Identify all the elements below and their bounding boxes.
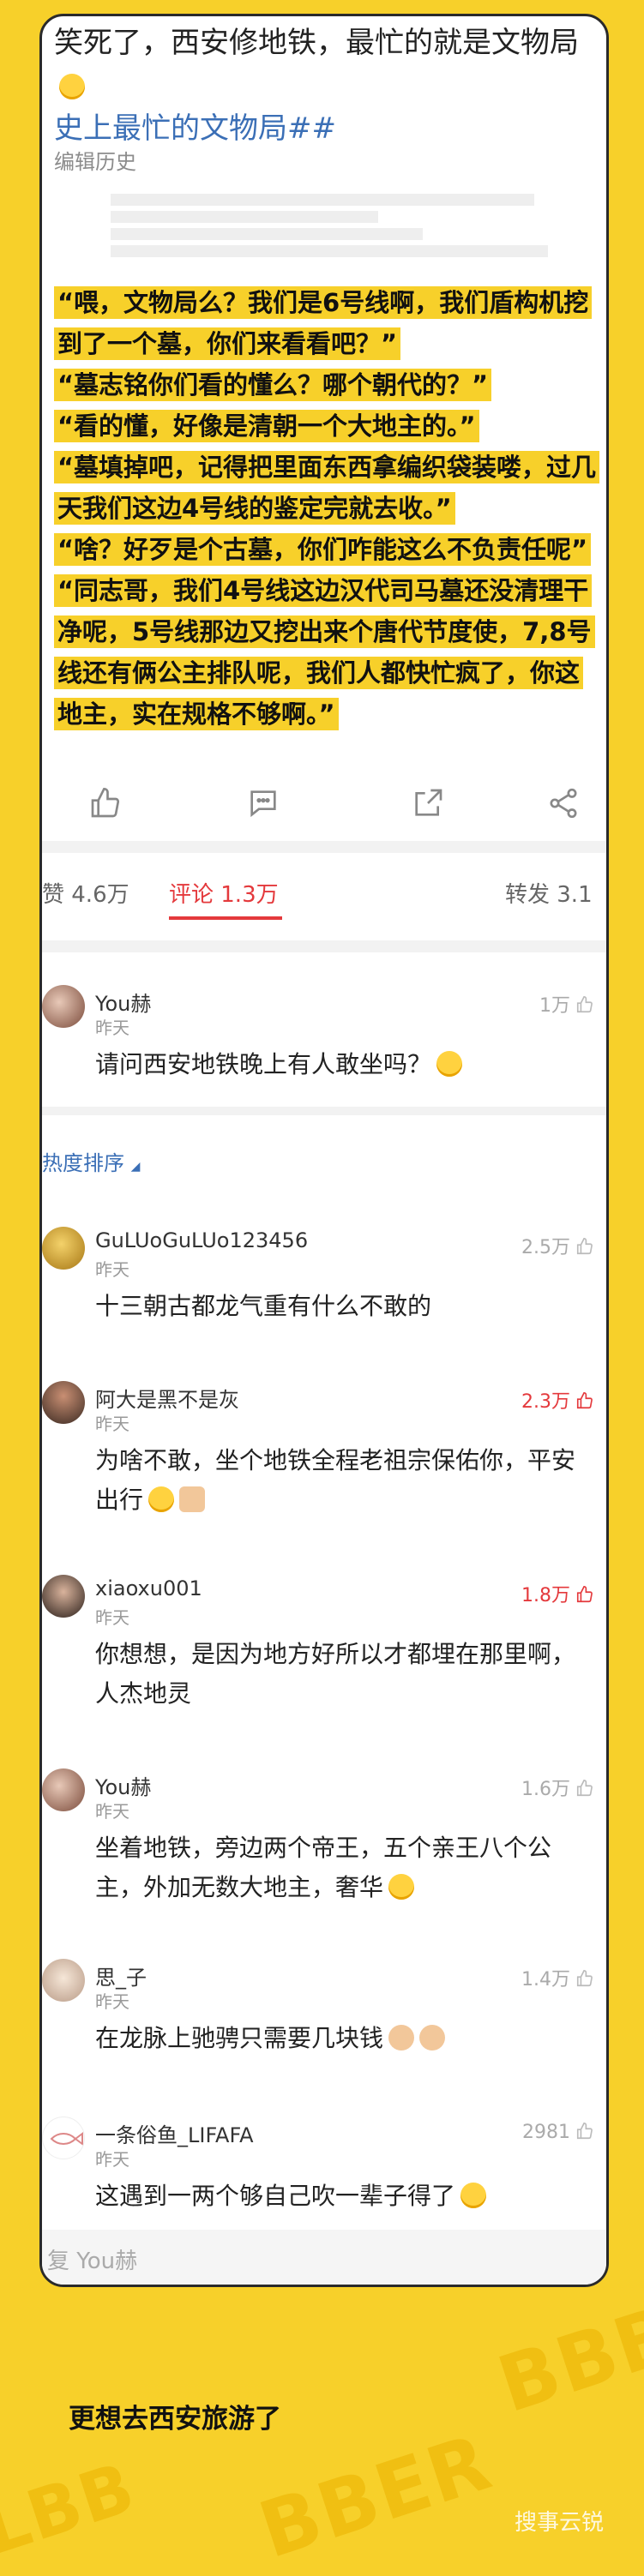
quote-line: “啥？好歹是个古墓，你们咋能这么不负责任呢” <box>54 533 592 566</box>
sort-toggle[interactable]: 热度排序 ◢ <box>42 1146 140 1176</box>
thumb-icon <box>576 1586 593 1603</box>
comment-text: 为啥不敢，坐个地铁全程老祖宗保佑你，平安出行 <box>95 1441 584 1520</box>
stats-tabs: 赞 4.6万 评论 1.3万 转发 3.1 <box>42 865 606 925</box>
comment-text: 这遇到一两个够自己吹一辈子得了 <box>95 2177 584 2216</box>
comment-likes[interactable]: 2.3万 <box>521 1386 594 1414</box>
comment-text: 十三朝古都龙气重有什么不敢的 <box>95 1292 432 1320</box>
comment-text: 坐着地铁，旁边两个帝王，五个亲王八个公主，外加无数大地主，奢华 <box>95 1828 584 1907</box>
section-divider <box>42 940 606 952</box>
quote-line: “墓志铭你们看的懂么？哪个朝代的？” <box>54 369 492 401</box>
comment-time: 昨天 <box>95 1018 129 1038</box>
share-icon[interactable] <box>546 786 581 820</box>
avatar[interactable] <box>42 1227 85 1270</box>
comment-time: 昨天 <box>95 1607 129 1628</box>
comment-username[interactable]: 一条俗鱼_LIFAFA <box>95 2118 254 2148</box>
ok-hand-emoji-icon <box>419 2025 446 2051</box>
comment-text: 在龙脉上驰骋只需要几块钱 <box>95 2019 584 2058</box>
sort-arrow-icon: ◢ <box>130 1160 141 1174</box>
comment-time: 昨天 <box>95 1414 129 1434</box>
action-bar <box>42 771 606 839</box>
section-divider <box>42 841 606 853</box>
quote-line: “同志哥，我们4号线这边汉代司马墓还没清理干净呢，5号线那边又挖出来个唐代节度使… <box>54 574 595 730</box>
comment-username[interactable]: 思_子 <box>95 1961 147 1991</box>
comment-body: 在龙脉上驰骋只需要几块钱 <box>95 2024 384 2052</box>
background-pattern: LBB <box>0 2447 145 2571</box>
avatar[interactable] <box>42 1381 85 1424</box>
like-count: 2.3万 <box>521 1391 570 1413</box>
comment-likes[interactable]: 1万 <box>539 990 594 1018</box>
sort-label: 热度排序 <box>42 1151 124 1175</box>
tab-reposts[interactable]: 转发 3.1 <box>505 877 593 909</box>
cat-emoji-icon <box>148 1486 175 1512</box>
quote-line: “喂，文物局么？我们是6号线啊，我们盾构机挖到了一个墓，你们来看看吧？” <box>54 286 593 360</box>
caption-text: 更想去西安旅游了 <box>69 2404 281 2435</box>
comment-likes[interactable]: 1.8万 <box>521 1580 594 1607</box>
clap-emoji-icon <box>388 2025 415 2051</box>
highlighted-quote: “喂，文物局么？我们是6号线啊，我们盾构机挖到了一个墓，你们来看看吧？” “墓志… <box>54 282 603 735</box>
like-count: 1万 <box>539 995 570 1017</box>
thumb-icon <box>576 1970 593 1987</box>
like-count: 2.5万 <box>521 1237 570 1258</box>
thumb-icon <box>576 1780 593 1797</box>
comment-body: 坐着地铁，旁边两个帝王，五个亲王八个公主，外加无数大地主，奢华 <box>95 1834 552 1901</box>
comment-likes[interactable]: 2981 <box>522 2122 594 2143</box>
background-pattern: BBER <box>249 2417 503 2576</box>
comment-time: 昨天 <box>95 1259 129 1280</box>
avatar[interactable] <box>42 1575 85 1618</box>
comment-text: 你想想，是因为地方好所以才都埋在那里啊，人杰地灵 <box>95 1640 576 1708</box>
like-count: 1.8万 <box>521 1585 570 1606</box>
section-divider <box>42 1107 606 1115</box>
avatar[interactable] <box>42 1959 85 2002</box>
avatar[interactable] <box>42 985 85 1028</box>
comment-time: 昨天 <box>95 2149 129 2170</box>
thumb-icon <box>576 2123 593 2140</box>
post-text: 笑死了，西安修地铁，最忙的就是文物局 <box>54 26 579 60</box>
laughing-emoji-icon <box>59 74 85 99</box>
comment-text: 请问西安地铁晚上有人敢坐吗？ <box>95 1045 584 1084</box>
tab-likes[interactable]: 赞 4.6万 <box>42 877 129 909</box>
comment-username[interactable]: You赫 <box>95 1770 151 1800</box>
comment-likes[interactable]: 1.4万 <box>521 1964 594 1991</box>
post-body: 笑死了，西安修地铁，最忙的就是文物局 史上最忙的文物局## <box>54 21 603 150</box>
topic-link[interactable]: 史上最忙的文物局## <box>54 111 336 146</box>
comment-icon[interactable] <box>246 786 280 820</box>
comment-time: 昨天 <box>95 1801 129 1822</box>
comment-body: 这遇到一两个够自己吹一辈子得了 <box>95 2182 456 2210</box>
edit-history-link[interactable]: 编辑历史 <box>54 145 136 175</box>
shocked-emoji-icon <box>388 1874 415 1900</box>
active-tab-indicator <box>169 916 282 920</box>
comment-username[interactable]: xiaoxu001 <box>95 1576 202 1600</box>
post-card: 笑死了，西安修地铁，最忙的就是文物局 史上最忙的文物局## 编辑历史 “喂，文物… <box>39 14 609 2287</box>
tab-comments[interactable]: 评论 1.3万 <box>169 877 279 909</box>
comment-username[interactable]: GuLUoGuLUo123456 <box>95 1228 308 1252</box>
thumbs-up-emoji-icon <box>179 1486 206 1512</box>
comment-username[interactable]: You赫 <box>95 987 151 1017</box>
comment-likes[interactable]: 2.5万 <box>521 1232 594 1259</box>
source-screenshot-text <box>111 192 557 262</box>
like-count: 2981 <box>522 2122 570 2143</box>
repost-icon[interactable] <box>411 786 445 820</box>
like-count: 1.6万 <box>521 1779 570 1800</box>
comment-time: 昨天 <box>95 1991 129 2012</box>
like-icon[interactable] <box>88 786 123 820</box>
reply-placeholder: 复 You赫 <box>47 2249 138 2274</box>
avatar[interactable] <box>42 1768 85 1811</box>
thumb-icon <box>576 996 593 1013</box>
quote-line: “墓填掉吧，记得把里面东西拿编织袋装喽，过几天我们这边4号线的鉴定完就去收。” <box>54 451 600 525</box>
smile-emoji-icon <box>436 1051 463 1077</box>
watermark: 搜事云锐 <box>515 2510 605 2536</box>
thumb-icon <box>576 1392 593 1409</box>
like-count: 1.4万 <box>521 1969 570 1991</box>
background-pattern: BBB <box>487 2288 644 2431</box>
quote-line: “看的懂，好像是清朝一个大地主的。” <box>54 410 479 442</box>
comment-likes[interactable]: 1.6万 <box>521 1774 594 1801</box>
cat-emoji-icon <box>460 2183 487 2208</box>
thumb-icon <box>576 1238 593 1255</box>
comment-body: 请问西安地铁晚上有人敢坐吗？ <box>95 1050 432 1078</box>
fish-icon <box>50 2132 83 2146</box>
comment-username[interactable]: 阿大是黑不是灰 <box>95 1383 239 1413</box>
avatar[interactable] <box>42 2117 85 2159</box>
